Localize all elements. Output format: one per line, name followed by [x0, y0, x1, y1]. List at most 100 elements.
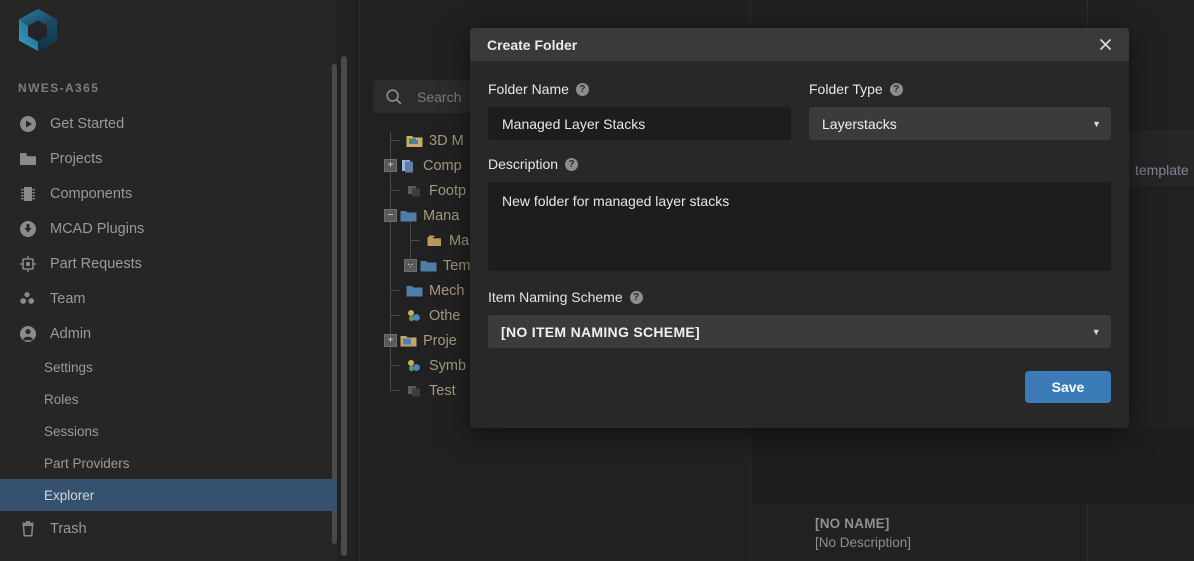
item-naming-scheme-label: Item Naming Scheme — [488, 289, 623, 305]
tree-toggle-collapse[interactable]: − — [384, 209, 397, 222]
sidebar-item-team[interactable]: Team — [0, 281, 337, 316]
detail-panel — [751, 429, 1194, 504]
sidebar-item-label: Projects — [50, 150, 103, 167]
folder-name-input[interactable] — [488, 107, 791, 140]
sidebar-item-label: Roles — [44, 391, 79, 407]
save-button[interactable]: Save — [1025, 371, 1111, 403]
item-naming-scheme-select[interactable]: [NO ITEM NAMING SCHEME] ▼ — [488, 315, 1111, 348]
explorer-scrollbar[interactable] — [341, 56, 347, 556]
tree-toggle-expand[interactable]: + — [384, 159, 397, 172]
dialog-header: Create Folder — [470, 28, 1129, 61]
sidebar: NWES-A365 Get Started Projects Component… — [0, 0, 337, 561]
tree-item-label: 3D M — [429, 132, 464, 149]
sidebar-item-label: Components — [50, 185, 133, 202]
dialog-body: Folder Name ? Folder Type ? Layerstacks … — [470, 61, 1129, 428]
folder-name-label: Folder Name — [488, 81, 569, 97]
folder-type-label-row: Folder Type ? — [809, 79, 1111, 99]
sidebar-item-label: Explorer — [44, 487, 95, 503]
sidebar-item-label: Part Requests — [50, 255, 142, 272]
item-naming-scheme-group: Item Naming Scheme ? [NO ITEM NAMING SCH… — [488, 287, 1111, 348]
chevron-down-icon: ▼ — [1091, 326, 1101, 337]
sidebar-item-label: Part Providers — [44, 455, 130, 471]
tree-toggle-expand[interactable]: + — [384, 334, 397, 347]
sidebar-item-label: Sessions — [44, 423, 99, 439]
description-textarea[interactable] — [488, 182, 1111, 271]
footprint-icon — [406, 383, 423, 398]
sidebar-item-admin[interactable]: Admin — [0, 316, 337, 351]
sidebar-item-explorer[interactable]: Explorer — [0, 479, 337, 511]
help-icon[interactable]: ? — [565, 157, 579, 171]
folder-name-field-group: Folder Name ? — [488, 79, 791, 140]
dialog-first-row: Folder Name ? Folder Type ? Layerstacks … — [488, 79, 1111, 140]
sidebar-item-label: Trash — [50, 520, 87, 537]
cpu-icon — [18, 254, 38, 274]
components-icon — [400, 158, 417, 173]
organization-name: NWES-A365 — [18, 81, 100, 95]
download-circle-icon — [18, 219, 38, 239]
footprint-icon — [406, 183, 423, 198]
template-card-label: template — [1135, 162, 1189, 178]
dialog-actions: Save — [1025, 371, 1111, 403]
help-icon[interactable]: ? — [575, 82, 589, 96]
close-icon[interactable] — [1093, 33, 1117, 57]
symbol-icon — [406, 358, 423, 373]
sidebar-nav: Get Started Projects Components MCAD Plu… — [0, 106, 337, 546]
dialog-title: Create Folder — [487, 36, 578, 53]
sidebar-item-projects[interactable]: Projects — [0, 141, 337, 176]
tree-item-label: Comp — [423, 157, 462, 174]
app-logo-cube[interactable] — [14, 6, 62, 54]
folder-type-value: Layerstacks — [822, 115, 897, 132]
tree-item-label: Test — [429, 382, 456, 399]
folder-icon — [18, 149, 38, 169]
sidebar-item-label: Get Started — [50, 115, 125, 132]
people-icon — [18, 289, 38, 309]
sidebar-item-trash[interactable]: Trash — [0, 511, 337, 546]
help-icon[interactable]: ? — [629, 290, 643, 304]
app-root: NWES-A365 Get Started Projects Component… — [0, 0, 1194, 561]
sidebar-item-mcad-plugins[interactable]: MCAD Plugins — [0, 211, 337, 246]
folder-blue-icon — [400, 208, 417, 223]
play-circle-icon — [18, 114, 38, 134]
folder-tan-icon — [426, 233, 443, 248]
tree-item-label: Footp — [429, 182, 467, 199]
sidebar-item-roles[interactable]: Roles — [0, 383, 337, 415]
item-naming-scheme-label-row: Item Naming Scheme ? — [488, 287, 1111, 307]
sidebar-item-part-requests[interactable]: Part Requests — [0, 246, 337, 281]
sidebar-item-sessions[interactable]: Sessions — [0, 415, 337, 447]
folder-blue-icon — [420, 258, 437, 273]
trash-icon — [18, 519, 38, 539]
description-label: Description — [488, 156, 559, 172]
chip-icon — [18, 184, 38, 204]
search-icon — [385, 88, 403, 106]
panel-divider-left — [359, 0, 360, 561]
tree-item-label: Tem — [443, 257, 471, 274]
search-placeholder: Search — [417, 88, 462, 105]
tree-item-label: Proje — [423, 332, 457, 349]
description-label-row: Description ? — [488, 154, 1111, 174]
sidebar-item-label: MCAD Plugins — [50, 220, 145, 237]
description-field-group: Description ? — [488, 154, 1111, 271]
folder-project-icon — [400, 333, 417, 348]
tree-item-label: Mech — [429, 282, 465, 299]
folder-blue-icon — [406, 283, 423, 298]
folder-name-label-row: Folder Name ? — [488, 79, 791, 99]
sidebar-item-part-providers[interactable]: Part Providers — [0, 447, 337, 479]
folder-type-select[interactable]: Layerstacks ▼ — [809, 107, 1111, 140]
chevron-down-icon: ▼ — [1092, 118, 1101, 129]
tree-item-label: Mana — [423, 207, 460, 224]
sidebar-item-components[interactable]: Components — [0, 176, 337, 211]
item-naming-scheme-value: [NO ITEM NAMING SCHEME] — [501, 323, 701, 340]
tree-item-label: Othe — [429, 307, 461, 324]
symbol-icon — [406, 308, 423, 323]
user-circle-icon — [18, 324, 38, 344]
detail-description: [No Description] — [815, 535, 912, 550]
folder-type-label: Folder Type — [809, 81, 883, 97]
tree-item-label: Symb — [429, 357, 467, 374]
create-folder-dialog: Create Folder Folder Name ? Folder Type — [470, 28, 1129, 428]
sidebar-item-label: Team — [50, 290, 86, 307]
folder-type-field-group: Folder Type ? Layerstacks ▼ — [809, 79, 1111, 140]
sidebar-item-get-started[interactable]: Get Started — [0, 106, 337, 141]
folder-3d-icon — [406, 133, 423, 148]
sidebar-item-settings[interactable]: Settings — [0, 351, 337, 383]
help-icon[interactable]: ? — [889, 82, 903, 96]
